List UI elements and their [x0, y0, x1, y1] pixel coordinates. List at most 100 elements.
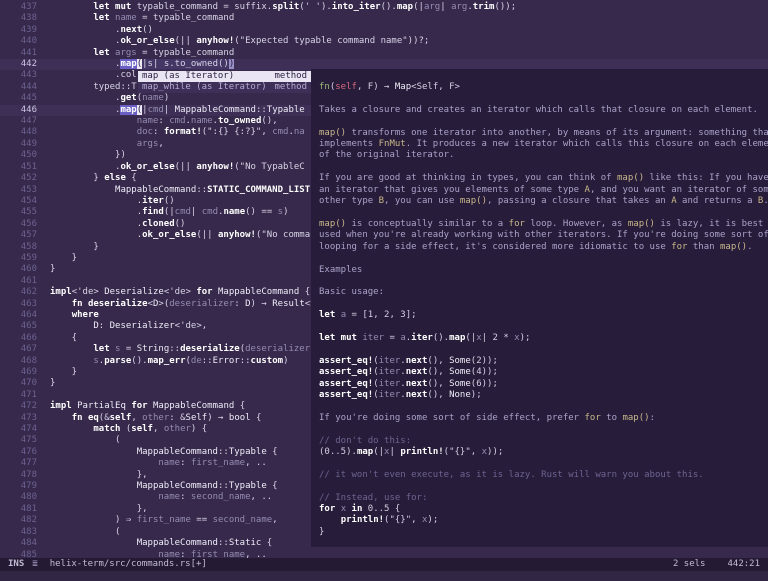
code-token: } [50, 173, 104, 183]
code-token: . [50, 105, 120, 115]
gutter-padding [37, 59, 50, 70]
code-token: : [234, 299, 245, 309]
gutter-padding [37, 93, 50, 104]
line-number: 451 [0, 162, 37, 173]
doc-line: implements FnMut. It produces a new iter… [319, 139, 768, 150]
code-line[interactable]: 485 name: first_name, .. [0, 550, 768, 559]
code-token [50, 139, 137, 149]
code-token: Typable [267, 105, 305, 115]
code-token: { [299, 287, 310, 297]
gutter-padding [37, 481, 50, 492]
gutter-padding [37, 173, 50, 184]
code-token [50, 424, 93, 434]
code-token: ) [229, 59, 234, 69]
code-token: typable_command = suffix. [131, 2, 272, 12]
code-token: Deserialize [104, 287, 164, 297]
line-number: 450 [0, 150, 37, 161]
code-token: in [352, 504, 363, 514]
code-token: ) ⇒ [50, 515, 137, 525]
code-token: // it won't even execute, as it is lazy.… [319, 470, 704, 480]
doc-line: for x in 0..5 { [319, 504, 768, 515]
line-number: 475 [0, 435, 37, 446]
line-number: 468 [0, 356, 37, 367]
code-token: next [406, 390, 428, 400]
code-token: is conceptually similar to a [346, 219, 509, 229]
completion-kind: method [274, 71, 307, 82]
code-token: (), [261, 116, 277, 126]
doc-line: Basic usage: [319, 287, 768, 298]
code-token: () == [245, 207, 278, 217]
code-token: . [50, 59, 120, 69]
code-text: ( [50, 435, 120, 446]
gutter-padding [37, 492, 50, 503]
code-token: map() [628, 219, 655, 229]
code-token: Basic usage: [319, 287, 384, 297]
gutter-padding [37, 82, 50, 93]
doc-line: // it won't even execute, as it is lazy.… [319, 470, 768, 481]
gutter-padding [37, 150, 50, 161]
code-token: name [191, 116, 213, 126]
code-line[interactable]: 439 .next() [0, 25, 768, 36]
code-text: }, [50, 470, 148, 481]
code-token [50, 321, 93, 331]
code-token: MappableCommand [153, 401, 234, 411]
code-token: , [153, 424, 164, 434]
doc-line: of the original iterator. [319, 150, 768, 161]
doc-line: If you are good at thinking in types, yo… [319, 173, 768, 184]
doc-line: Takes a closure and creates an iterator … [319, 105, 768, 116]
code-token: de [191, 356, 202, 366]
code-token: for [585, 413, 601, 423]
code-token: { [126, 173, 137, 183]
code-token: cmd [202, 207, 218, 217]
code-token: () [142, 25, 153, 35]
code-token: name [158, 458, 180, 468]
code-token: map() [319, 128, 346, 138]
line-number: 446 [0, 105, 37, 116]
code-token [50, 344, 93, 354]
gutter-padding [37, 116, 50, 127]
code-line[interactable]: 438 let name = typable_command [0, 13, 768, 24]
command-line[interactable] [0, 571, 768, 581]
code-token [50, 48, 93, 58]
code-token: other [164, 424, 191, 434]
documentation-panel[interactable]: fn(self, F) → Map<Self, F>Takes a closur… [311, 69, 768, 547]
line-number: 442 [0, 59, 37, 70]
code-token: cmd [272, 127, 288, 137]
code-line[interactable]: 440 .ok_or_else(|| anyhow!("Expected typ… [0, 36, 768, 47]
code-token: iter [379, 379, 401, 389]
code-token: map() [319, 219, 346, 229]
code-line[interactable]: 437 let mut typable_command = suffix.spl… [0, 2, 768, 13]
code-token: name [115, 13, 137, 23]
doc-line: map() is conceptually similar to a for l… [319, 219, 768, 230]
doc-line [319, 424, 768, 435]
code-text: .ok_or_else(|| anyhow!("Expected typable… [50, 36, 429, 47]
code-token: Deserializer [110, 321, 175, 331]
code-token: :: [218, 447, 229, 457]
code-token: = [120, 344, 136, 354]
completion-item-map_while[interactable]: map_while (as Iterator)method [138, 82, 311, 93]
code-token: transforms one iterator into another, by… [346, 128, 768, 138]
code-text: let name = typable_command [50, 13, 234, 24]
code-token: . [50, 196, 142, 206]
code-token: (6)); [471, 379, 498, 389]
gutter-padding [37, 515, 50, 526]
completion-item-map[interactable]: map (as Iterator)method [138, 71, 311, 82]
doc-line [319, 207, 768, 218]
gutter-padding [37, 230, 50, 241]
code-text: ) ⇒ first_name == second_name, [50, 515, 278, 526]
gutter-padding [37, 299, 50, 310]
gutter-padding [37, 36, 50, 47]
code-token: | 2 * [482, 333, 515, 343]
code-text: let s = String::deserialize(deserializer… [50, 344, 326, 355]
gutter-padding [37, 550, 50, 559]
code-token: FnMut [379, 139, 406, 149]
code-token: STATIC_COMMAND_LIST [207, 185, 310, 195]
code-token: = [1, 2, 3]; [346, 310, 416, 320]
line-number: 463 [0, 299, 37, 310]
code-line[interactable]: 441 let args = typable_command [0, 48, 768, 59]
code-token: iter [411, 333, 433, 343]
code-text: } else { [50, 173, 137, 184]
code-token: let [319, 310, 335, 320]
code-token: . [50, 207, 142, 217]
line-number: 443 [0, 70, 37, 81]
